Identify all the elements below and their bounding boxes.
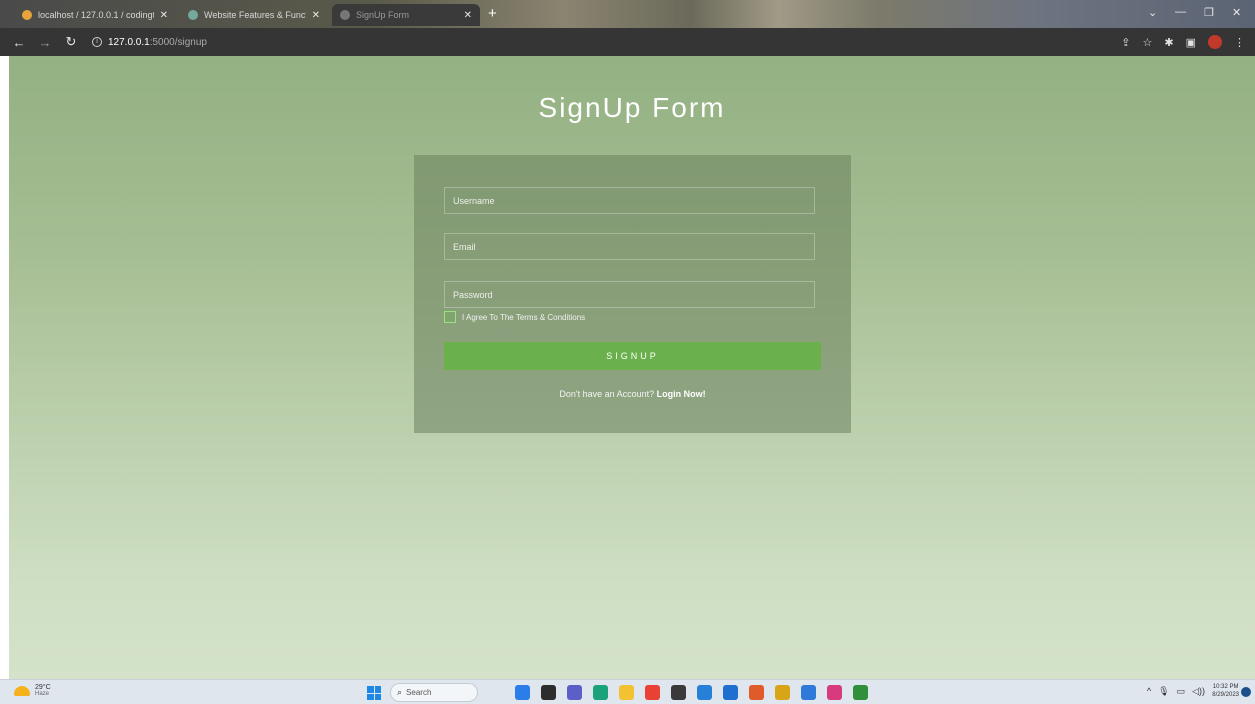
terms-checkbox[interactable]: [444, 311, 456, 323]
chrome-canary-app-icon[interactable]: [775, 685, 790, 700]
tab-phpmyadmin[interactable]: localhost / 127.0.0.1 / codingthu ✕: [14, 4, 176, 26]
new-tab-button[interactable]: +: [488, 5, 497, 22]
close-icon[interactable]: ✕: [160, 10, 168, 21]
app-blue-icon[interactable]: [723, 685, 738, 700]
login-prompt-line: Don't have an Account? Login Now!: [414, 389, 851, 399]
close-icon[interactable]: ✕: [312, 10, 320, 21]
signup-button[interactable]: SIGNUP: [444, 342, 821, 370]
tab-signup-form[interactable]: SignUp Form ✕: [332, 4, 480, 26]
clock-date: 8/29/2023: [1212, 692, 1239, 698]
password-input[interactable]: [444, 281, 815, 308]
app-pink-icon[interactable]: [827, 685, 842, 700]
forward-arrow-icon[interactable]: →: [38, 35, 52, 50]
file-explorer-app-icon[interactable]: [619, 685, 634, 700]
page-viewport: SignUp Form I Agree To The Terms & Condi…: [9, 56, 1255, 679]
chrome-app-icon[interactable]: [645, 685, 660, 700]
chrome-dev-app-icon[interactable]: [749, 685, 764, 700]
chrome-beta-app-icon[interactable]: [801, 685, 816, 700]
back-arrow-icon[interactable]: ←: [12, 35, 26, 50]
signup-form-card: I Agree To The Terms & Conditions SIGNUP…: [414, 155, 851, 433]
login-now-link[interactable]: Login Now!: [657, 389, 706, 399]
browser-tab-bar: localhost / 127.0.0.1 / codingthu ✕ Webs…: [0, 0, 1255, 28]
clock-time: 10:32 PM: [1212, 684, 1239, 690]
volume-icon[interactable]: ◁)): [1192, 686, 1205, 697]
taskview-app-icon[interactable]: [541, 685, 556, 700]
weather-temp: 29°C: [35, 684, 51, 691]
notification-icon[interactable]: [1241, 687, 1251, 697]
weather-widget[interactable]: 29°C Haze: [14, 684, 51, 698]
terms-label: I Agree To The Terms & Conditions: [462, 312, 586, 322]
site-info-icon[interactable]: i: [92, 37, 102, 47]
menu-kebab-icon[interactable]: ⋮: [1234, 36, 1245, 49]
terms-row: I Agree To The Terms & Conditions: [444, 311, 585, 323]
vpn-app-icon[interactable]: [671, 685, 686, 700]
windows-start-icon[interactable]: [367, 686, 381, 700]
close-window-button[interactable]: ✕: [1232, 6, 1241, 19]
bookmark-star-icon[interactable]: ☆: [1143, 36, 1153, 49]
login-prompt-text: Don't have an Account?: [559, 389, 655, 399]
phpmyadmin-icon: [22, 10, 32, 20]
taskbar-search[interactable]: ⌕ Search: [390, 683, 478, 702]
address-bar-row: ← → ↻ i 127.0.0.1 :5000/signup ⇪ ☆ ✱ ▣ ⋮: [0, 28, 1255, 56]
app-terminal-icon[interactable]: [853, 685, 868, 700]
close-icon[interactable]: ✕: [464, 10, 472, 21]
page-icon: [340, 10, 350, 20]
email-input[interactable]: [444, 233, 815, 260]
page-title: SignUp Form: [538, 92, 726, 123]
toolbar-icons: ⇪ ☆ ✱ ▣ ⋮: [1121, 35, 1245, 49]
minimize-button[interactable]: —: [1175, 6, 1186, 18]
bing-app-icon[interactable]: [515, 685, 530, 700]
search-icon: ⌕: [397, 687, 403, 697]
tab-title: Website Features & Functions: [204, 10, 306, 20]
chatgpt-icon: [188, 10, 198, 20]
search-label: Search: [406, 688, 432, 697]
reload-icon[interactable]: ↻: [64, 34, 78, 50]
chat-app-icon[interactable]: [567, 685, 582, 700]
weather-condition: Haze: [35, 691, 50, 697]
haze-weather-icon: [14, 686, 30, 696]
profile-avatar[interactable]: [1208, 35, 1222, 49]
system-tray: ^ 🎙 ▭ ◁)): [1147, 686, 1205, 697]
microphone-icon[interactable]: 🎙: [1158, 686, 1169, 697]
tab-website-features[interactable]: Website Features & Functions ✕: [180, 4, 328, 26]
url-path: :5000/signup: [149, 36, 207, 48]
tray-chevron-icon[interactable]: ^: [1147, 686, 1151, 697]
username-input[interactable]: [444, 187, 815, 214]
tab-title: SignUp Form: [356, 10, 410, 20]
url-field[interactable]: i 127.0.0.1 :5000/signup: [92, 37, 207, 48]
tab-search-icon[interactable]: ⌄: [1148, 6, 1157, 19]
taskbar-apps: [515, 685, 868, 700]
vscode-app-icon[interactable]: [697, 685, 712, 700]
extensions-icon[interactable]: ✱: [1164, 36, 1173, 49]
os-taskbar: 29°C Haze ⌕ Search ^ 🎙 ▭ ◁)) 10:32 PM 8/…: [0, 679, 1255, 704]
maximize-button[interactable]: ❐: [1204, 6, 1214, 19]
share-icon[interactable]: ⇪: [1121, 36, 1130, 49]
sidepanel-icon[interactable]: ▣: [1186, 36, 1196, 49]
weather-text: 29°C Haze: [35, 684, 51, 698]
system-clock[interactable]: 10:32 PM 8/29/2023: [1212, 683, 1239, 699]
url-host: 127.0.0.1: [108, 36, 150, 48]
edge-app-icon[interactable]: [593, 685, 608, 700]
battery-icon[interactable]: ▭: [1177, 686, 1186, 697]
tab-title: localhost / 127.0.0.1 / codingthu: [38, 10, 154, 20]
